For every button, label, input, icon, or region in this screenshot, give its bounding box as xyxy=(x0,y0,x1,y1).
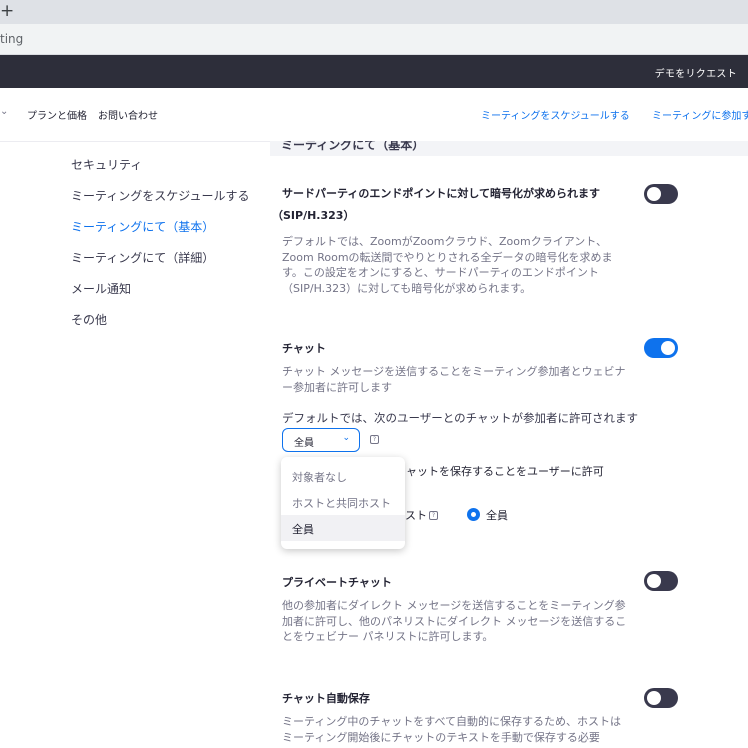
sidebar-item-schedule-meeting[interactable]: ミーティングをスケジュールする xyxy=(71,187,249,204)
setting-description: ミーティング中のチャットをすべて自動的に保存するため、ホストはミーティング開始後… xyxy=(282,715,622,744)
chevron-down-icon[interactable]: ⌄ xyxy=(0,106,8,117)
sidebar-item-email-notification[interactable]: メール通知 xyxy=(71,280,131,297)
chat-default-label: デフォルトでは、次のユーザーとのチャットが参加者に許可されます xyxy=(282,411,639,425)
nav-pricing[interactable]: プランと価格 xyxy=(27,107,87,122)
toggle-knob xyxy=(647,187,661,201)
nav-schedule-meeting[interactable]: ミーティングをスケジュールする xyxy=(481,107,630,122)
select-value: 全員 xyxy=(294,438,314,449)
setting-title: チャット xyxy=(282,342,326,355)
toggle-knob xyxy=(661,341,675,355)
chat-audience-dropdown: 対象者なし ホストと共同ホスト 全員 xyxy=(281,457,405,549)
sidebar-item-in-meeting-basic[interactable]: ミーティングにて（基本） xyxy=(71,218,214,235)
top-bar: デモをリクエスト xyxy=(0,55,748,88)
section-title: ミーティングにて（基本） xyxy=(281,141,425,152)
nav-contact[interactable]: お問い合わせ xyxy=(98,107,158,122)
auto-save-toggle[interactable] xyxy=(644,688,678,708)
allow-save-label: ャットを保存することをユーザーに許可 xyxy=(406,465,604,478)
private-chat-toggle[interactable] xyxy=(644,571,678,591)
address-bar[interactable]: ting xyxy=(0,24,748,55)
radio-dot xyxy=(471,512,476,517)
panelist-label: スト xyxy=(405,509,427,522)
nav-join-meeting[interactable]: ミーティングに参加す xyxy=(652,107,748,122)
sidebar-item-other[interactable]: その他 xyxy=(71,311,107,328)
chevron-down-icon: ⌄ xyxy=(342,433,350,443)
radio-everyone-label: 全員 xyxy=(486,509,508,522)
toggle-knob xyxy=(647,574,661,588)
request-demo-link[interactable]: デモをリクエスト xyxy=(655,65,737,80)
info-icon[interactable]: ? xyxy=(429,511,438,520)
option-label: ホストと共同ホスト xyxy=(292,497,391,510)
option-label: 対象者なし xyxy=(292,471,347,484)
dropdown-option-everyone[interactable]: 全員 xyxy=(281,515,405,541)
toggle-knob xyxy=(647,691,661,705)
chat-audience-select[interactable]: 全員 ⌄ xyxy=(282,428,360,452)
option-label: 全員 xyxy=(292,523,314,536)
main-nav: ⌄ プランと価格 お問い合わせ ミーティングをスケジュールする ミーティングに参… xyxy=(0,88,748,142)
address-text: ting xyxy=(0,32,24,46)
dropdown-option-none[interactable]: 対象者なし xyxy=(281,463,405,489)
section-header: ミーティングにて（基本） xyxy=(270,141,748,156)
setting-title: プライベートチャット xyxy=(282,576,392,589)
chat-toggle[interactable] xyxy=(644,338,678,358)
setting-title: チャット自動保存 xyxy=(282,692,370,705)
setting-description: デフォルトでは、ZoomがZoomクラウド、Zoomクライアント、Zoom Ro… xyxy=(282,235,613,295)
sidebar-item-security[interactable]: セキュリティ xyxy=(71,156,142,173)
new-tab-button[interactable]: + xyxy=(0,1,14,21)
setting-description: チャット メッセージを送信することをミーティング参加者とウェビナー参加者に許可し… xyxy=(282,365,626,394)
info-icon[interactable]: ? xyxy=(370,435,379,444)
sidebar-item-in-meeting-advanced[interactable]: ミーティングにて（詳細） xyxy=(71,249,214,266)
dropdown-option-host-cohost[interactable]: ホストと共同ホスト xyxy=(281,489,405,515)
setting-description: 他の参加者にダイレクト メッセージを送信することをミーティング参加者に許可し、他… xyxy=(282,599,627,643)
setting-title-suffix: （SIP/H.323） xyxy=(272,209,355,222)
radio-everyone[interactable] xyxy=(467,508,480,521)
browser-tab-strip: + xyxy=(0,0,748,24)
setting-title: サードパーティのエンドポイントに対して暗号化が求められます xyxy=(282,187,601,200)
encryption-toggle[interactable] xyxy=(644,184,678,204)
